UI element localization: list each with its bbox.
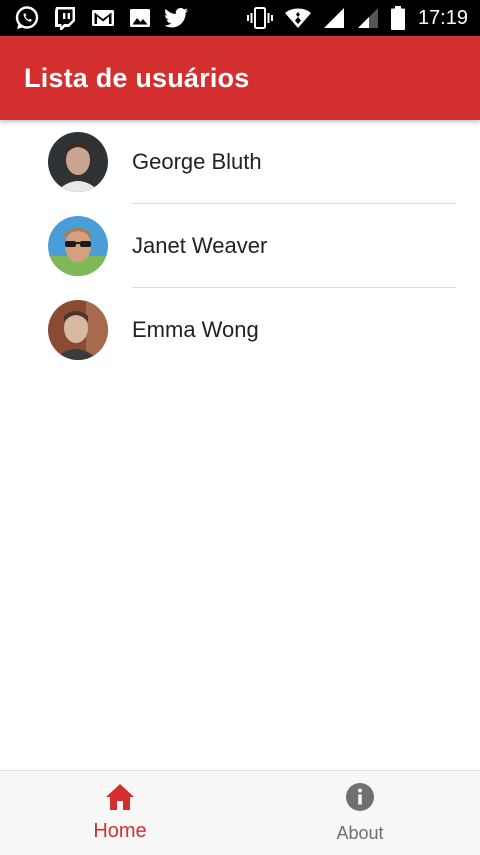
status-bar: 17:19 <box>0 0 480 36</box>
user-name: Janet Weaver <box>132 233 268 258</box>
signal-icon <box>322 6 346 30</box>
twitter-icon <box>164 6 190 30</box>
nav-label-about: About <box>336 823 384 843</box>
list-item[interactable]: George Bluth <box>0 120 480 204</box>
info-icon <box>345 782 375 817</box>
avatar <box>48 300 108 360</box>
whatsapp-icon <box>14 5 40 31</box>
image-icon <box>128 6 152 30</box>
system-icons: 17:19 <box>236 5 468 31</box>
nav-item-home[interactable]: Home <box>0 771 240 855</box>
nav-item-about[interactable]: About <box>240 771 480 855</box>
home-icon <box>105 783 135 816</box>
user-list: George Bluth Janet Weaver Emma Wong <box>0 120 480 372</box>
twitch-icon <box>52 5 78 31</box>
avatar <box>48 216 108 276</box>
battery-icon <box>390 5 406 31</box>
list-item[interactable]: Emma Wong <box>0 288 480 372</box>
list-item[interactable]: Janet Weaver <box>0 204 480 288</box>
status-time: 17:19 <box>417 6 468 29</box>
nav-label-home: Home <box>93 820 147 842</box>
app-title: Lista de usuários <box>24 62 250 93</box>
user-name: Emma Wong <box>132 317 259 342</box>
bottom-nav: Home About <box>0 770 480 855</box>
avatar <box>48 132 108 192</box>
wifi-icon <box>284 6 312 30</box>
app-bar: Lista de usuários <box>0 36 480 120</box>
vibrate-icon <box>246 6 274 30</box>
signal-weak-icon <box>356 6 380 30</box>
user-name: George Bluth <box>132 149 262 174</box>
notification-icons <box>14 5 202 31</box>
gmail-icon <box>90 5 116 31</box>
